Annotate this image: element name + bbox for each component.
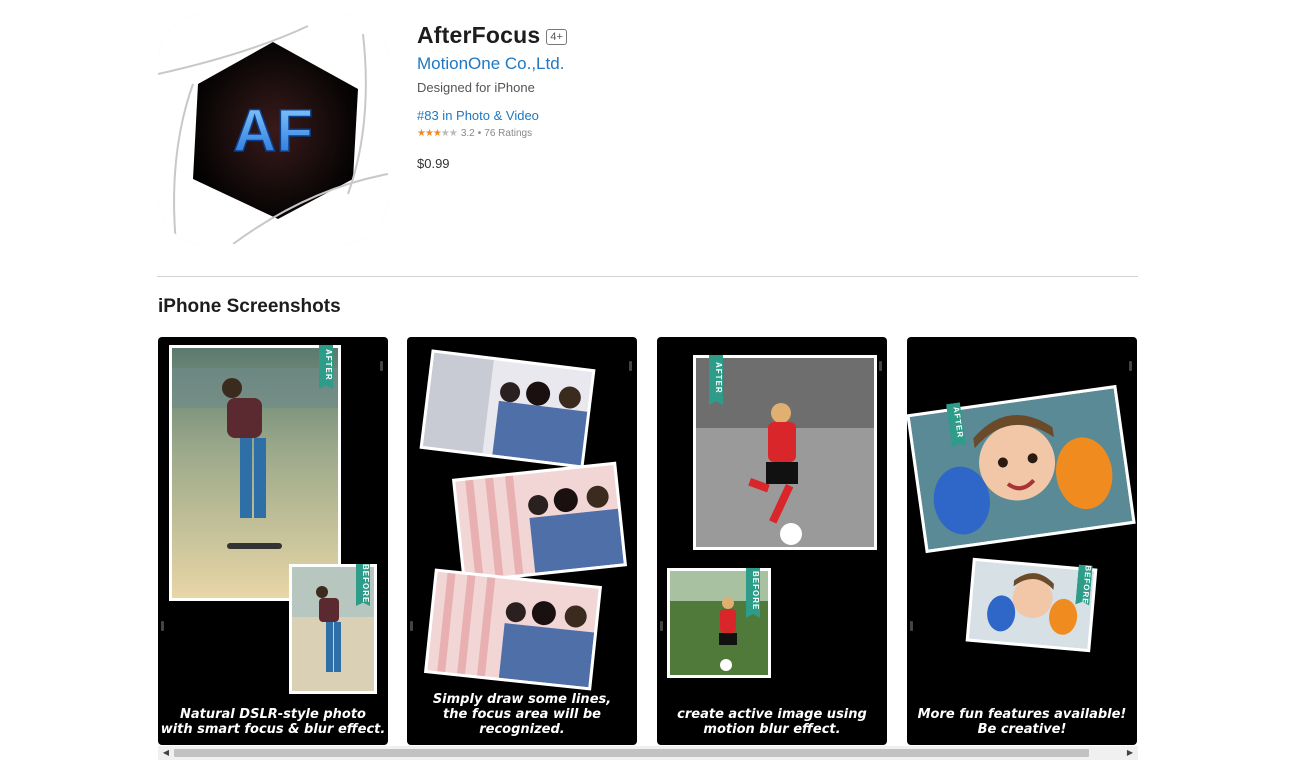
edge-marker (410, 621, 413, 631)
title-row: AfterFocus 4+ (417, 22, 567, 49)
rating-separator: • (477, 128, 482, 139)
app-title: AfterFocus (417, 22, 541, 48)
scroll-left-arrow-icon[interactable]: ◀ (158, 746, 174, 760)
edge-marker (660, 621, 663, 631)
after-photo (907, 384, 1136, 554)
caption-line: motion blur effect. (703, 722, 841, 737)
before-tag: BEFORE (356, 564, 370, 606)
edge-marker (629, 361, 632, 371)
collage-photo (451, 461, 628, 584)
designed-for-label: Designed for iPhone (417, 80, 535, 95)
edge-marker (1129, 361, 1132, 371)
section-divider (157, 276, 1138, 277)
before-photo (965, 557, 1098, 653)
edge-marker (879, 361, 882, 371)
category-ranking-link[interactable]: #83 in Photo & Video (417, 108, 567, 123)
scroll-right-arrow-icon[interactable]: ▶ (1122, 746, 1138, 760)
screenshot-caption: Simply draw some lines, the focus area w… (407, 692, 637, 737)
after-tag: AFTER (709, 355, 723, 405)
collage-photo (419, 349, 596, 469)
section-title: iPhone Screenshots (158, 296, 341, 317)
age-rating-badge: 4+ (546, 29, 567, 45)
screenshot-caption: More fun features available! Be creative… (907, 707, 1137, 737)
star-rating-icon: ★★★★★ (417, 128, 458, 139)
scroll-thumb[interactable] (174, 749, 1089, 757)
rating-value: 3.2 (460, 128, 475, 139)
rating-row: ★★★★★ 3.2 • 76 Ratings (417, 128, 567, 139)
caption-line: Natural DSLR-style photo (180, 707, 366, 722)
after-tag: AFTER (319, 345, 333, 389)
after-photo (169, 345, 341, 601)
caption-line: Simply draw some lines, (432, 692, 612, 707)
caption-line: the focus area will be recognized. (443, 707, 601, 737)
caption-line: Be creative! (977, 722, 1067, 737)
app-icon: AF (158, 14, 388, 244)
screenshot-caption: Natural DSLR-style photo with smart focu… (158, 707, 388, 737)
developer-link[interactable]: MotionOne Co.,Ltd. (417, 54, 567, 74)
edge-marker (380, 361, 383, 371)
before-tag: BEFORE (746, 568, 760, 618)
app-info: AfterFocus 4+ MotionOne Co.,Ltd. Designe… (417, 22, 567, 171)
screenshot-3[interactable]: AFTER BEFORE create active image using m… (657, 337, 887, 745)
screenshot-caption: create active image using motion blur ef… (657, 707, 887, 737)
price-label: $0.99 (417, 156, 450, 171)
screenshot-2[interactable]: Simply draw some lines, the focus area w… (407, 337, 637, 745)
screenshot-1[interactable]: AFTER BEFORE Natural DSLR-style photo wi… (158, 337, 388, 745)
app-icon-text: AF (233, 97, 313, 164)
aperture-icon: AF (158, 14, 388, 244)
caption-line: create active image using (677, 707, 867, 722)
caption-line: More fun features available! (917, 707, 1127, 722)
rating-count: 76 Ratings (484, 128, 533, 139)
collage-photo (423, 568, 603, 691)
edge-marker (910, 621, 913, 631)
screenshots-scrollbar[interactable]: ◀ ▶ (158, 746, 1138, 760)
caption-line: with smart focus & blur effect. (160, 722, 386, 737)
screenshot-4[interactable]: AFTER BEFORE More fun features available… (907, 337, 1137, 745)
edge-marker (161, 621, 164, 631)
